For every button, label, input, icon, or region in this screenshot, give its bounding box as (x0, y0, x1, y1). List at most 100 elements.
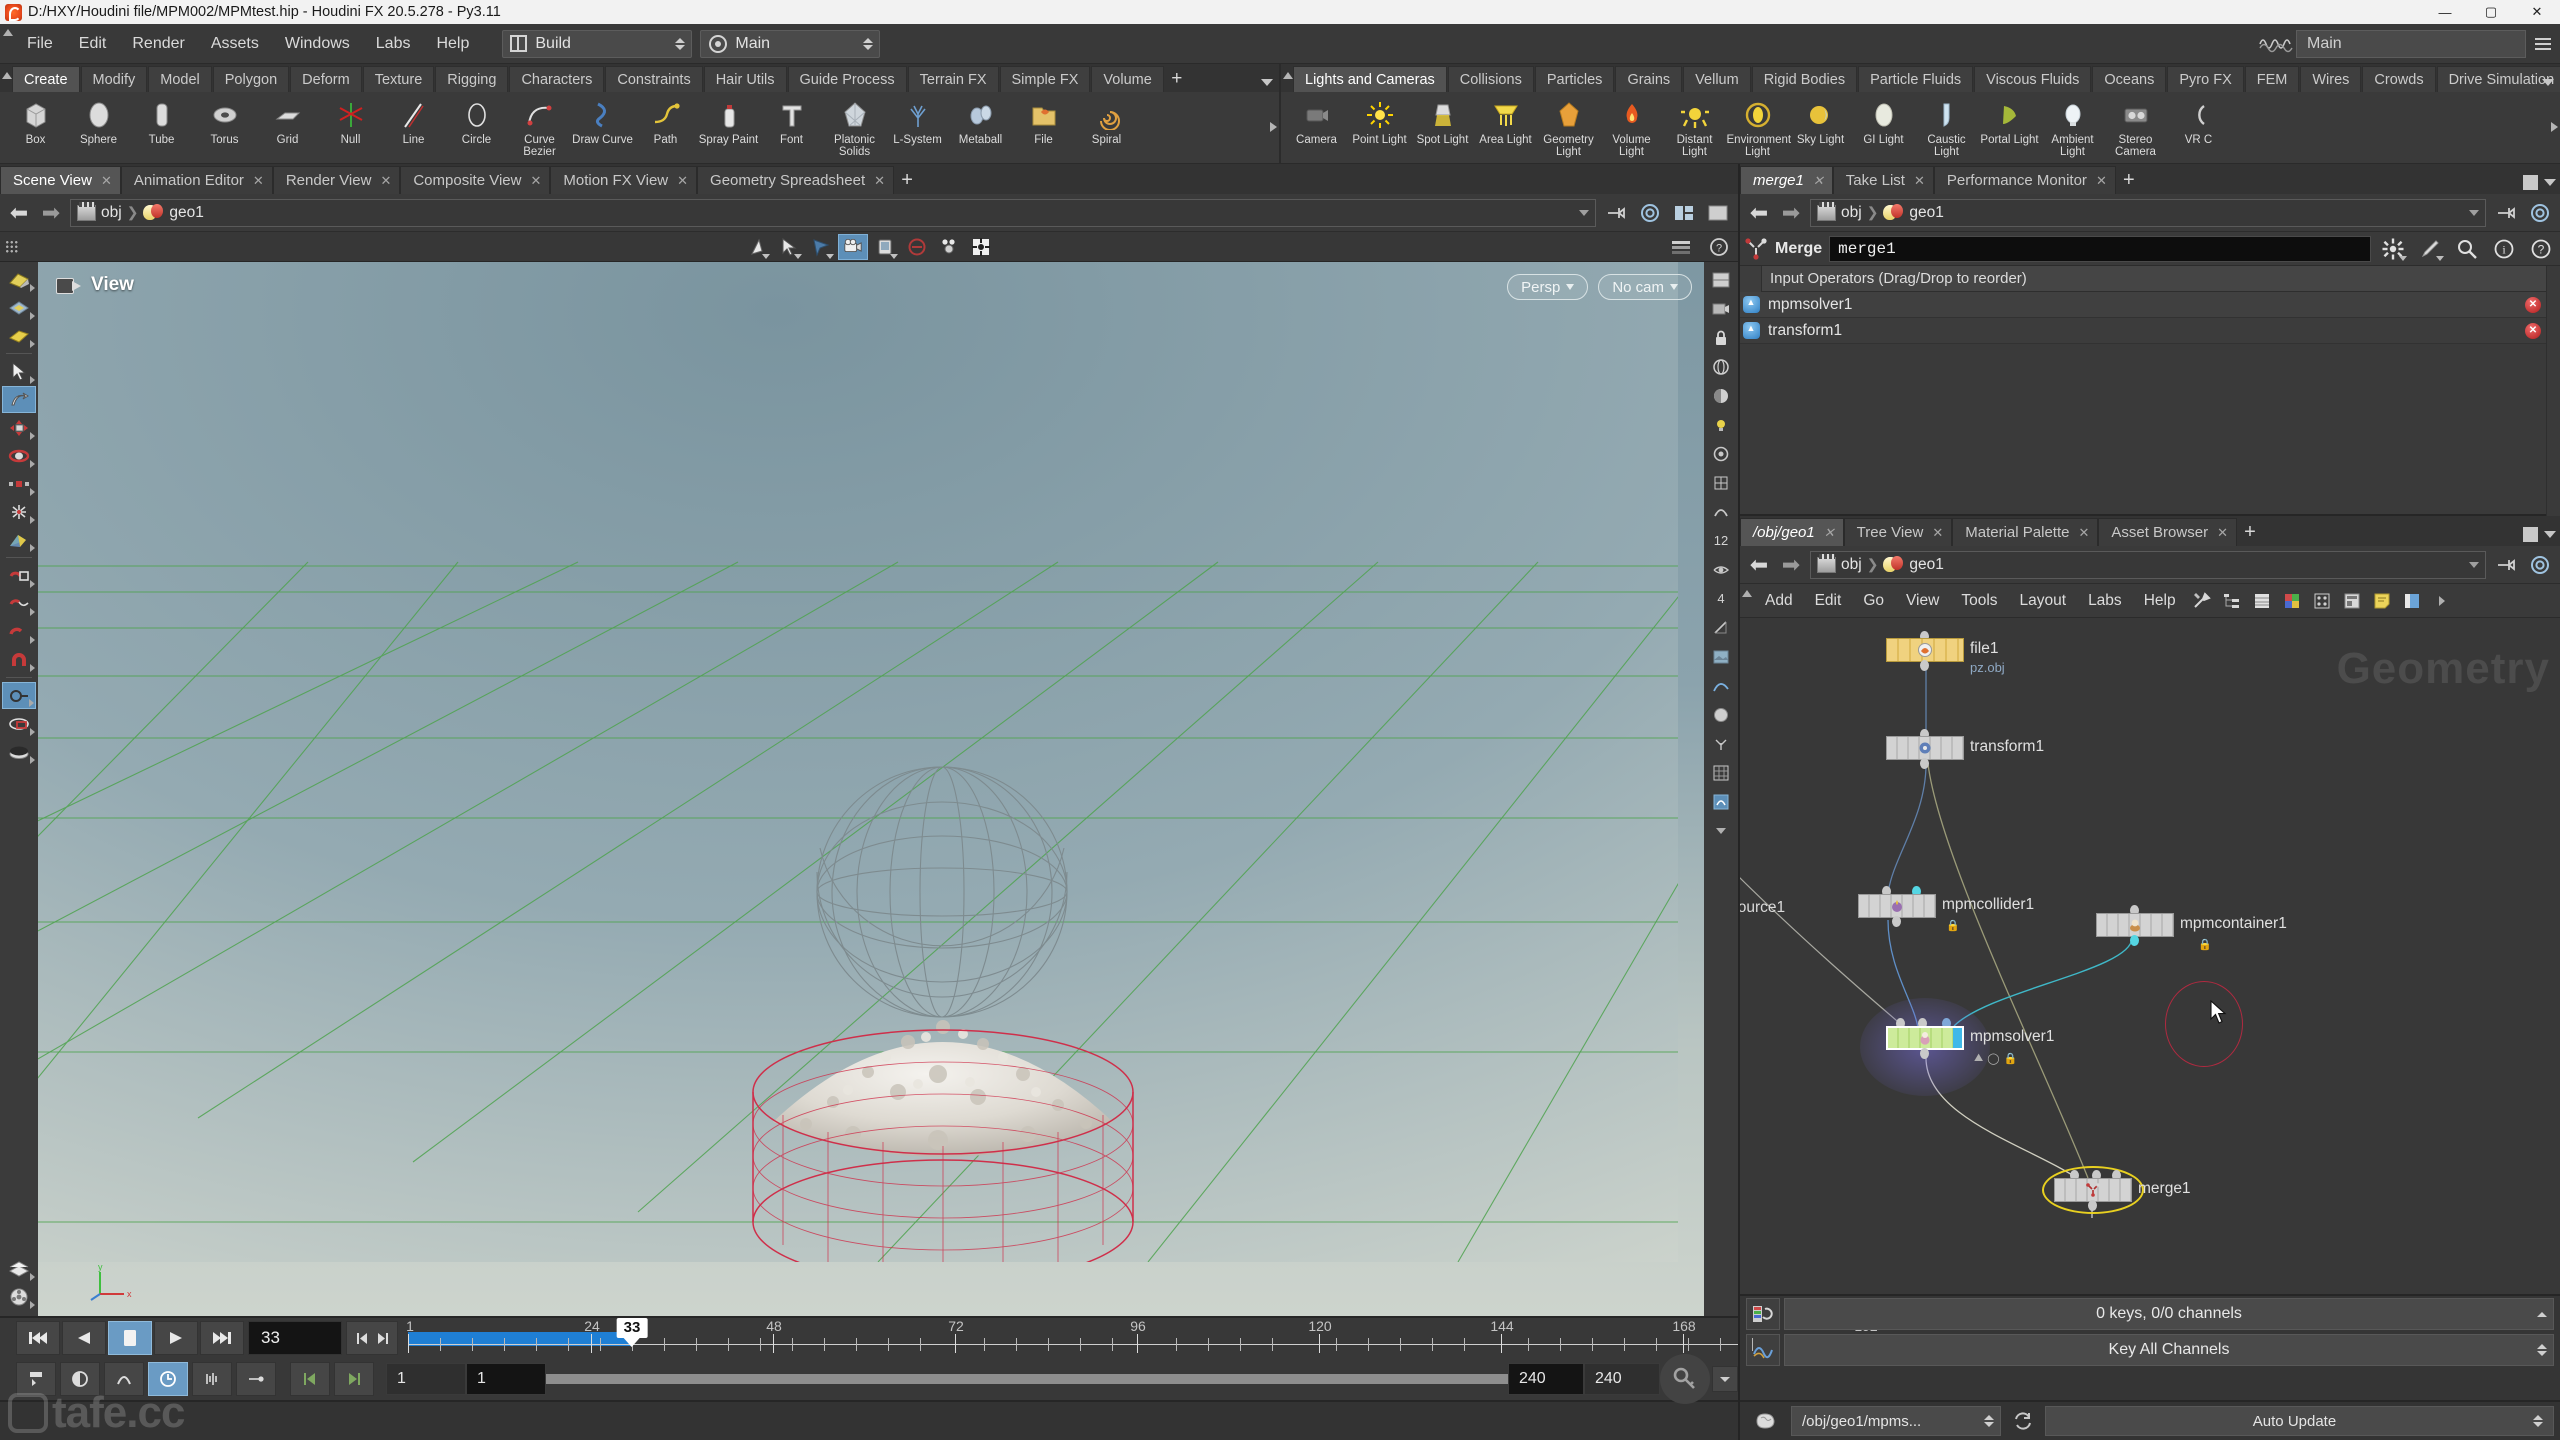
shelf-tool-box[interactable]: Box (4, 94, 67, 162)
viewport-camera-settings-icon[interactable] (1706, 295, 1736, 322)
select-mode-primitive-icon[interactable] (2, 294, 36, 321)
viewport-display-icon[interactable] (870, 234, 900, 260)
camera-pill[interactable]: No cam (1598, 274, 1692, 300)
network-menu-add[interactable]: Add (1754, 584, 1804, 618)
shelf-tab-guide-process[interactable]: Guide Process (787, 66, 907, 92)
parameter-search-icon[interactable] (2452, 235, 2482, 263)
scene-path-node[interactable]: geo1 (169, 204, 203, 222)
tab-tree-view-close-icon[interactable]: ✕ (1932, 519, 1943, 547)
desktop-spinner-icon[interactable] (860, 33, 876, 55)
tab-asset-browser[interactable]: Asset Browser ✕ (2098, 518, 2237, 546)
input-remove-button-2[interactable] (2520, 322, 2546, 339)
parameter-scrollbar[interactable] (2546, 266, 2560, 516)
select-mode-point-icon[interactable] (2, 322, 36, 349)
shelf-left-add-tab-button[interactable]: + (1165, 66, 1189, 92)
playback-start-input[interactable]: 1 (466, 1363, 546, 1395)
no-entry-icon[interactable] (902, 234, 932, 260)
mpmsolver1-bypass-flag-icon[interactable]: ◯ (1987, 1052, 1999, 1065)
tab-material-palette[interactable]: Material Palette ✕ (1952, 518, 2099, 546)
scene-viewport[interactable]: View Persp No cam y x (38, 262, 1704, 1316)
network-path-field[interactable]: obj ❯ geo1 (1810, 550, 2486, 579)
step-back-button[interactable] (62, 1321, 106, 1355)
set-key-icon[interactable] (1660, 1354, 1710, 1404)
nav-back-icon[interactable]: ⬅ (6, 200, 32, 225)
network-menu-view[interactable]: View (1895, 584, 1950, 618)
network-panel-layout-icon[interactable] (2337, 587, 2367, 615)
snapping-options-icon[interactable] (2, 682, 36, 709)
measure-tool-icon[interactable] (2, 562, 36, 589)
curve-measure-icon[interactable] (2, 590, 36, 617)
shelf-tab-hair-utils[interactable]: Hair Utils (703, 66, 787, 92)
mpmsolver1-output-port[interactable] (1920, 1048, 1929, 1059)
parameter-gear-icon[interactable] (2378, 235, 2408, 263)
viewport-light-toggle-icon[interactable] (1706, 411, 1736, 438)
viewport-smooth-icon[interactable] (1706, 498, 1736, 525)
shelf-tab-particle-fluids[interactable]: Particle Fluids (1858, 66, 1974, 92)
tab-obj-geo1-close-icon[interactable]: ✕ (1824, 519, 1835, 547)
network-hierarchy-icon[interactable] (2217, 587, 2247, 615)
viewport-layout-icon[interactable] (1670, 200, 1698, 226)
viewport-curve-edit-icon[interactable] (1706, 672, 1736, 699)
build-selector[interactable]: Build (502, 29, 693, 58)
scene-path-root[interactable]: obj (101, 204, 122, 222)
viewport-lock-icon[interactable] (1706, 324, 1736, 351)
parameter-paintbrush-icon[interactable] (2415, 235, 2445, 263)
auto-key-icon[interactable] (104, 1362, 144, 1396)
viewport-background-icon[interactable] (1706, 643, 1736, 670)
angle-measure-icon[interactable] (2, 618, 36, 645)
tab-merge1[interactable]: merge1 ✕ (1740, 166, 1833, 194)
shelf-tool-spray-paint[interactable]: Spray Paint (697, 94, 760, 162)
shelf-tool-torus[interactable]: Torus (193, 94, 256, 162)
mpmcollider1-output-port[interactable] (1892, 916, 1901, 927)
network-menu-layout[interactable]: Layout (2009, 584, 2078, 618)
select-mode-object-icon[interactable] (2, 266, 36, 293)
shelf-tool-point-light[interactable]: Point Light (1348, 94, 1411, 162)
current-frame-input[interactable]: 33 (248, 1321, 342, 1355)
move-tool-icon[interactable] (806, 234, 836, 260)
network-snapshot-icon[interactable] (2397, 587, 2427, 615)
play-button[interactable] (154, 1321, 198, 1355)
viewport-scene-graph-icon[interactable]: 4 (1706, 585, 1736, 612)
audio-panel-icon[interactable] (192, 1362, 232, 1396)
shelf-tab-texture[interactable]: Texture (362, 66, 435, 92)
shelf-tab-wires[interactable]: Wires (2300, 66, 2362, 92)
shelf-tab-characters[interactable]: Characters (509, 66, 605, 92)
network-node-merge1[interactable]: merge1 (2042, 1166, 2191, 1214)
menu-assets[interactable]: Assets (198, 24, 272, 64)
pin-pane-icon[interactable] (1602, 200, 1630, 226)
key-mode-spinner-icon[interactable] (2537, 1344, 2547, 1356)
network-tools-wrench-icon[interactable] (2187, 587, 2217, 615)
viewport-tree-icon[interactable] (1706, 730, 1736, 757)
update-mode-field[interactable]: Auto Update (2045, 1406, 2554, 1436)
mpmcontainer1-node-box[interactable] (2096, 913, 2174, 937)
network-node-file1[interactable]: file1 pz.obj (1886, 631, 2005, 675)
param-path-field[interactable]: obj ❯ geo1 (1810, 198, 2486, 227)
shelf-tool-tube[interactable]: Tube (130, 94, 193, 162)
soft-transform-icon[interactable] (2, 498, 36, 525)
input-reorder-up-icon-2[interactable] (1740, 319, 1762, 343)
shelf-tool-spot-light[interactable]: Spot Light (1411, 94, 1474, 162)
shelf-left-grip-icon[interactable] (0, 64, 12, 92)
tab-tree-view[interactable]: Tree View ✕ (1843, 518, 1953, 547)
tab-render-view-close-icon[interactable]: ✕ (380, 167, 391, 195)
projection-pill[interactable]: Persp (1507, 274, 1589, 300)
range-end-input[interactable]: 240 (1584, 1363, 1660, 1395)
tab-geometry-spreadsheet[interactable]: Geometry Spreadsheet ✕ (697, 166, 895, 194)
move-handle-tool-icon[interactable] (2, 414, 36, 441)
tab-performance-monitor[interactable]: Performance Monitor ✕ (1933, 166, 2116, 194)
param-path-dropdown-icon[interactable] (2469, 209, 2479, 216)
viewport-display-options-icon[interactable] (1706, 266, 1736, 293)
mpmcollider1-node-box[interactable] (1858, 894, 1936, 918)
network-menu-edit[interactable]: Edit (1804, 584, 1853, 618)
shelf-tab-grains[interactable]: Grains (1615, 66, 1683, 92)
shelf-tab-vellum[interactable]: Vellum (1683, 66, 1751, 92)
shelf-tool-caustic-light[interactable]: Caustic Light (1915, 94, 1978, 162)
parameter-info-icon[interactable]: i (2489, 235, 2519, 263)
viewport-ruler-icon[interactable] (1706, 614, 1736, 641)
net-nav-forward-icon[interactable]: ➡ (1778, 552, 1804, 577)
mpmcontainer1-output-port[interactable] (2130, 935, 2139, 946)
minimize-button[interactable]: — (2422, 0, 2468, 24)
update-mode-spinner-icon[interactable] (2533, 1415, 2543, 1427)
tab-asset-browser-close-icon[interactable]: ✕ (2217, 519, 2228, 547)
handle-tool-icon[interactable] (742, 234, 772, 260)
